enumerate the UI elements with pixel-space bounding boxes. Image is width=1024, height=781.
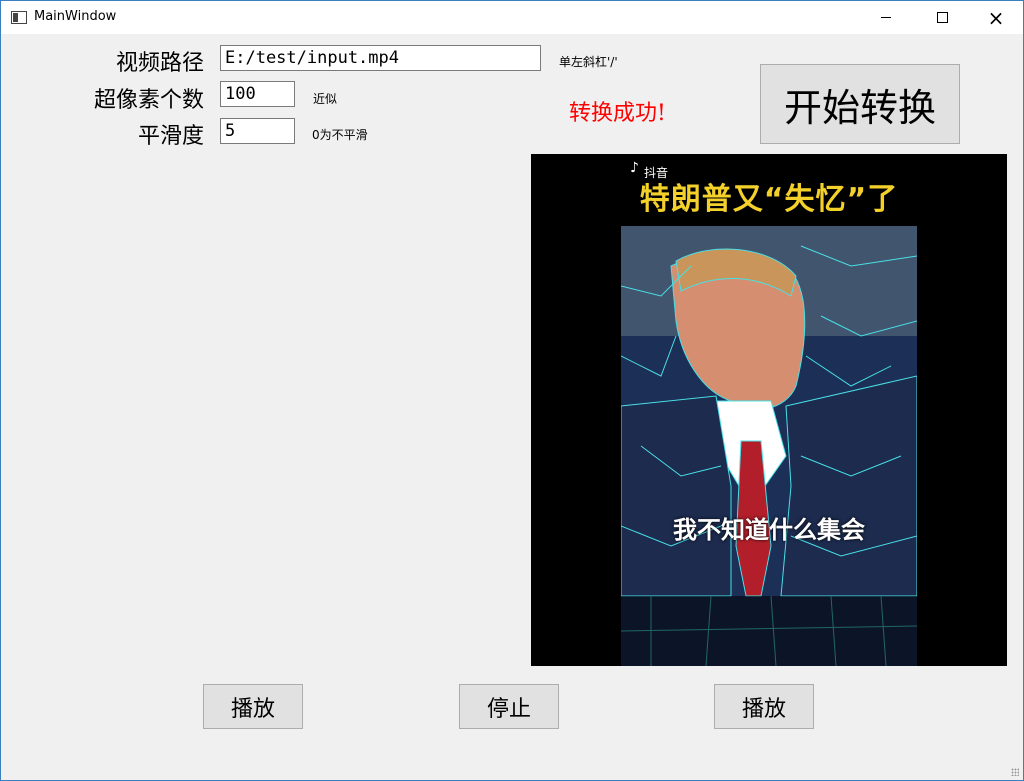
smooth-label: 平滑度 — [137, 124, 204, 149]
video-frame — [621, 226, 917, 666]
video-bottom-caption: 我不知道什么集会 — [673, 516, 865, 544]
minimize-icon — [881, 17, 891, 18]
resize-grip[interactable] — [1011, 768, 1019, 776]
close-button[interactable]: × — [973, 1, 1019, 34]
minimize-button[interactable] — [863, 1, 909, 34]
superpixel-input[interactable]: 100 — [220, 81, 295, 107]
stop-button[interactable]: 停止 — [459, 684, 559, 729]
video-preview: ♪ 抖音 特朗普又“失忆”了 我不知道什么集会 — [531, 154, 1007, 666]
video-path-hint: 单左斜杠'/' — [559, 55, 618, 69]
close-icon: × — [987, 5, 1005, 30]
superpixel-label: 超像素个数 — [93, 88, 204, 113]
smooth-hint: 0为不平滑 — [312, 128, 368, 142]
play-button-right[interactable]: 播放 — [714, 684, 814, 729]
superpixel-hint: 近似 — [313, 92, 338, 106]
main-window: MainWindow × 视频路径 E:/test/input.mp4 单左斜杠… — [0, 0, 1024, 781]
video-path-input[interactable]: E:/test/input.mp4 — [220, 45, 541, 71]
maximize-button[interactable] — [919, 1, 965, 34]
superpixel-overlay — [621, 226, 917, 666]
window-title: MainWindow — [34, 9, 117, 24]
video-path-label: 视频路径 — [115, 51, 204, 76]
app-window-icon — [11, 11, 27, 24]
title-bar[interactable]: MainWindow × — [1, 1, 1023, 34]
maximize-icon — [936, 12, 948, 23]
tiktok-logo-icon: ♪ — [630, 160, 639, 176]
smooth-input[interactable]: 5 — [220, 118, 295, 144]
video-top-caption: 特朗普又“失忆”了 — [639, 182, 899, 217]
status-message: 转换成功! — [569, 101, 666, 126]
start-convert-button[interactable]: 开始转换 — [760, 64, 960, 144]
play-button-left[interactable]: 播放 — [203, 684, 303, 729]
